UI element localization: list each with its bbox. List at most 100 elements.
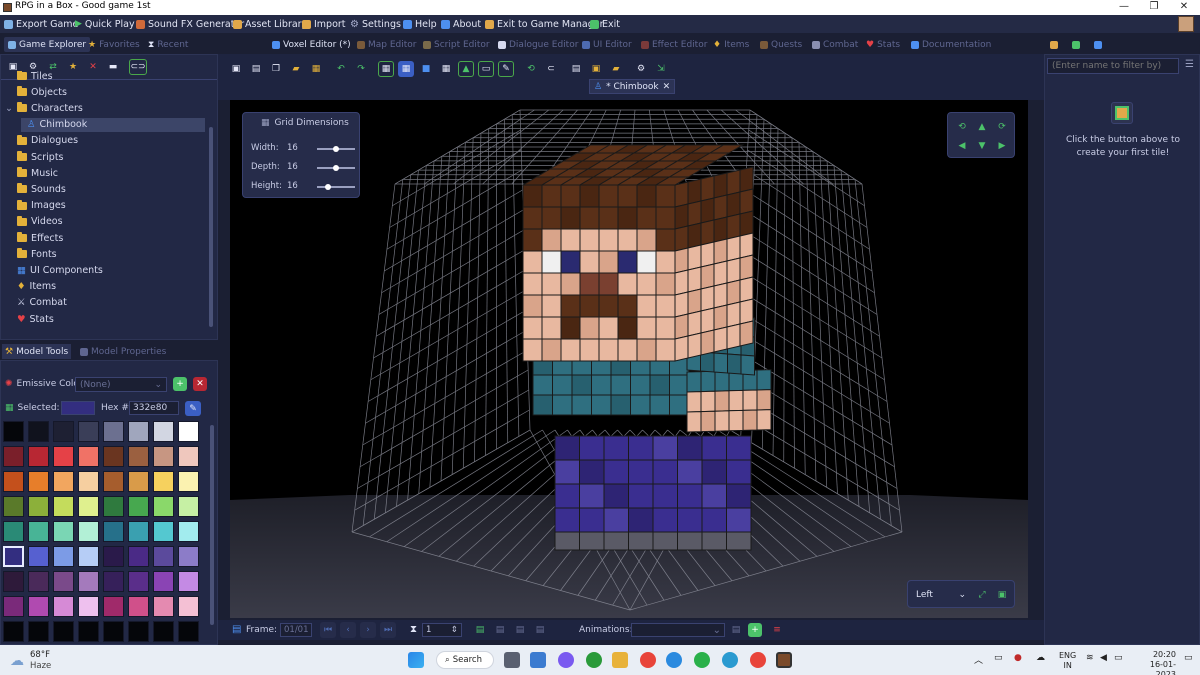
palette-swatch[interactable] [153,471,174,492]
palette-swatch[interactable] [128,621,149,642]
tree-item[interactable]: ♦ Items [5,280,56,294]
menu-exit[interactable]: Exit [590,17,620,31]
tree-scrollbar[interactable] [209,127,213,327]
tree-item[interactable]: ♙ Chimbook [21,117,205,132]
palette-swatch[interactable] [153,446,174,467]
tab-recent[interactable]: ⧗ Recent [148,37,188,52]
save-icon[interactable]: ▤ [248,61,264,77]
image-icon[interactable]: ▣ [588,61,604,77]
palette-swatch[interactable] [178,496,199,517]
menu-quick-play[interactable]: ▶ Quick Play [75,17,135,31]
tree-item[interactable]: Sounds [5,182,66,196]
move-frame-icon[interactable]: ▤ [512,622,528,638]
remove-emissive-button[interactable]: ✕ [193,377,207,391]
palette-swatch[interactable] [128,446,149,467]
palette-swatch[interactable] [128,596,149,617]
palette-swatch[interactable] [178,521,199,542]
palette-swatch[interactable] [178,571,199,592]
palette-swatch[interactable] [53,621,74,642]
depth-slider[interactable] [317,165,355,171]
palette-swatch[interactable] [153,496,174,517]
palette-swatch[interactable] [53,546,74,567]
tab-game-explorer[interactable]: Game Explorer [4,37,91,52]
menu-help[interactable]: Help [403,17,437,31]
chevron-icon[interactable]: ⌄ [5,103,13,114]
weather-widget[interactable]: ☁ 68°F Haze [10,650,51,672]
palette-swatch[interactable] [3,521,24,542]
palette-swatch[interactable] [28,621,49,642]
menu-about[interactable]: About [441,17,481,31]
tab-voxel-editor[interactable]: Voxel Editor (*) [272,37,351,52]
palette-swatch[interactable] [3,496,24,517]
palette-swatch[interactable] [53,496,74,517]
close-tab-icon[interactable]: ✕ [663,82,671,92]
palette-swatch[interactable] [3,471,24,492]
palette-swatch[interactable] [78,446,99,467]
next-frame-icon[interactable]: › [360,622,376,638]
tree-item[interactable]: Objects [5,85,67,99]
doc-tab-chimbook[interactable]: ♙ * Chimbook ✕ [589,79,676,94]
palette-swatch[interactable] [178,546,199,567]
emissive-select[interactable]: (None) ⌄ [75,377,167,392]
voxel-viewport[interactable]: ▦ Grid Dimensions Width: 16 Depth: 16 He… [230,100,1028,618]
filter-input[interactable] [1047,58,1179,74]
palette-swatch[interactable] [53,521,74,542]
create-tile-button[interactable] [1111,102,1133,124]
palette-swatch[interactable] [128,571,149,592]
tree-item[interactable]: Music [5,166,58,180]
grid-view-icon[interactable]: ▦ [378,61,394,77]
import-model-icon[interactable]: ▦ [308,61,324,77]
copy-icon[interactable]: ❐ [268,61,284,77]
rotate-icon[interactable]: ⟲ [523,61,539,77]
telegram-icon[interactable] [722,652,738,668]
tab-documentation[interactable]: Documentation [911,37,991,52]
animations-select[interactable]: ⌄ [631,623,725,637]
tab-characters[interactable] [1094,37,1102,52]
minimize-icon[interactable]: — [1110,0,1138,15]
palette-swatch[interactable] [28,446,49,467]
notifications-icon[interactable]: ▭ [1184,653,1193,663]
open-folder-icon[interactable]: ▰ [288,61,304,77]
discord-icon[interactable] [558,652,574,668]
antivirus-icon[interactable]: ● [1014,653,1022,663]
new-model-icon[interactable]: ▣ [228,61,244,77]
height-knob[interactable] [325,184,332,190]
cloud-sync-icon[interactable]: ☁ [1036,653,1045,663]
palette-swatch[interactable] [28,421,49,442]
terrain-icon[interactable]: ▲ [458,61,474,77]
palette-swatch[interactable] [53,471,74,492]
redo-icon[interactable]: ↷ [353,61,369,77]
tab-favorites[interactable]: ★ Favorites [88,37,140,52]
solid-block-icon[interactable]: ■ [418,61,434,77]
tab-combat[interactable]: Combat [812,37,858,52]
palette-swatch[interactable] [28,546,49,567]
tab-quests[interactable]: Quests [760,37,802,52]
palette-swatch[interactable] [128,496,149,517]
tree-item[interactable]: Videos [5,215,63,229]
tab-items[interactable]: ♦ Items [713,37,749,52]
prev-frame-icon[interactable]: ‹ [340,622,356,638]
palette-swatch[interactable] [78,496,99,517]
delete-frame-icon[interactable]: ▤ [532,622,548,638]
chevron-up-icon[interactable]: ︿ [974,653,983,666]
palette-swatch[interactable] [28,521,49,542]
xbox-icon[interactable] [586,652,602,668]
menu-export-game[interactable]: Export Game [4,17,78,31]
palette-swatch[interactable] [103,571,124,592]
tree-item[interactable]: ⚔ Combat [5,296,67,310]
palette-swatch[interactable] [178,621,199,642]
file-explorer-icon[interactable] [612,652,628,668]
palette-swatch[interactable] [78,421,99,442]
palette-swatch[interactable] [3,621,24,642]
tree-item[interactable]: Effects [5,231,63,245]
start-icon[interactable] [408,652,424,668]
tab-tiles[interactable] [1050,37,1058,52]
arrow-up-icon[interactable]: ▲ [974,119,990,135]
palette-swatch[interactable] [103,496,124,517]
close-icon[interactable]: ✕ [1170,0,1198,15]
wifi-icon[interactable]: ≋ [1086,653,1094,663]
menu-asset-library[interactable]: Asset Library [233,17,307,31]
menu-settings[interactable]: ⚙ Settings [350,17,401,31]
edit-animation-icon[interactable]: ▤ [728,622,744,638]
tab-map-editor[interactable]: Map Editor [357,37,417,52]
